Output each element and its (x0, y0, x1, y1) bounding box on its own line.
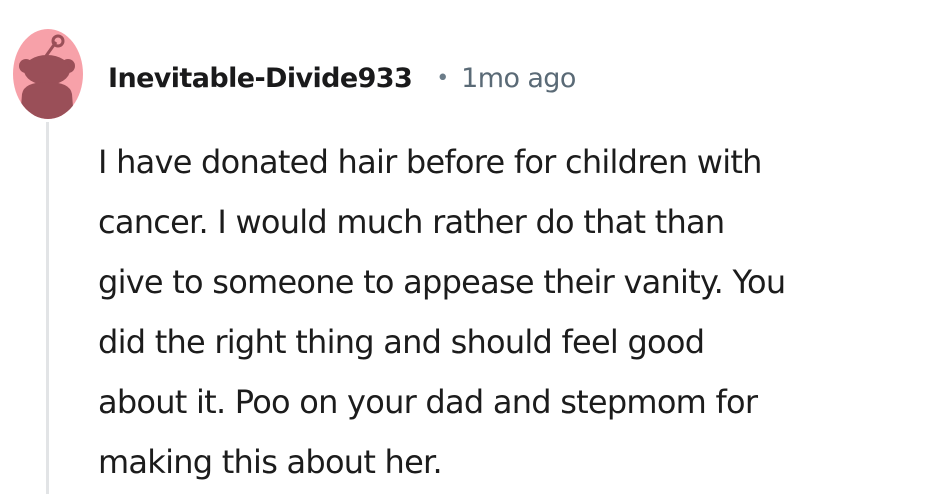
comment-body-line: making this about her. (98, 443, 443, 481)
thread-line[interactable] (46, 122, 49, 494)
comment: Inevitable-Divide933 • 1mo ago I have do… (0, 0, 942, 494)
comment-timestamp[interactable]: 1mo ago (461, 63, 576, 94)
comment-body: I have donated hair before for children … (98, 132, 938, 492)
comment-body-line: I have donated hair before for children … (98, 143, 762, 181)
separator-dot: • (436, 65, 450, 91)
snoo-avatar-icon[interactable] (12, 28, 84, 120)
comment-body-line: did the right thing and should feel good (98, 323, 705, 361)
comment-body-line: cancer. I would much rather do that than (98, 203, 725, 241)
comment-body-line: about it. Poo on your dad and stepmom fo… (98, 383, 758, 421)
author-username[interactable]: Inevitable-Divide933 (108, 63, 413, 94)
comment-body-line: give to someone to appease their vanity.… (98, 263, 786, 301)
comment-meta: Inevitable-Divide933 • 1mo ago (108, 58, 576, 98)
